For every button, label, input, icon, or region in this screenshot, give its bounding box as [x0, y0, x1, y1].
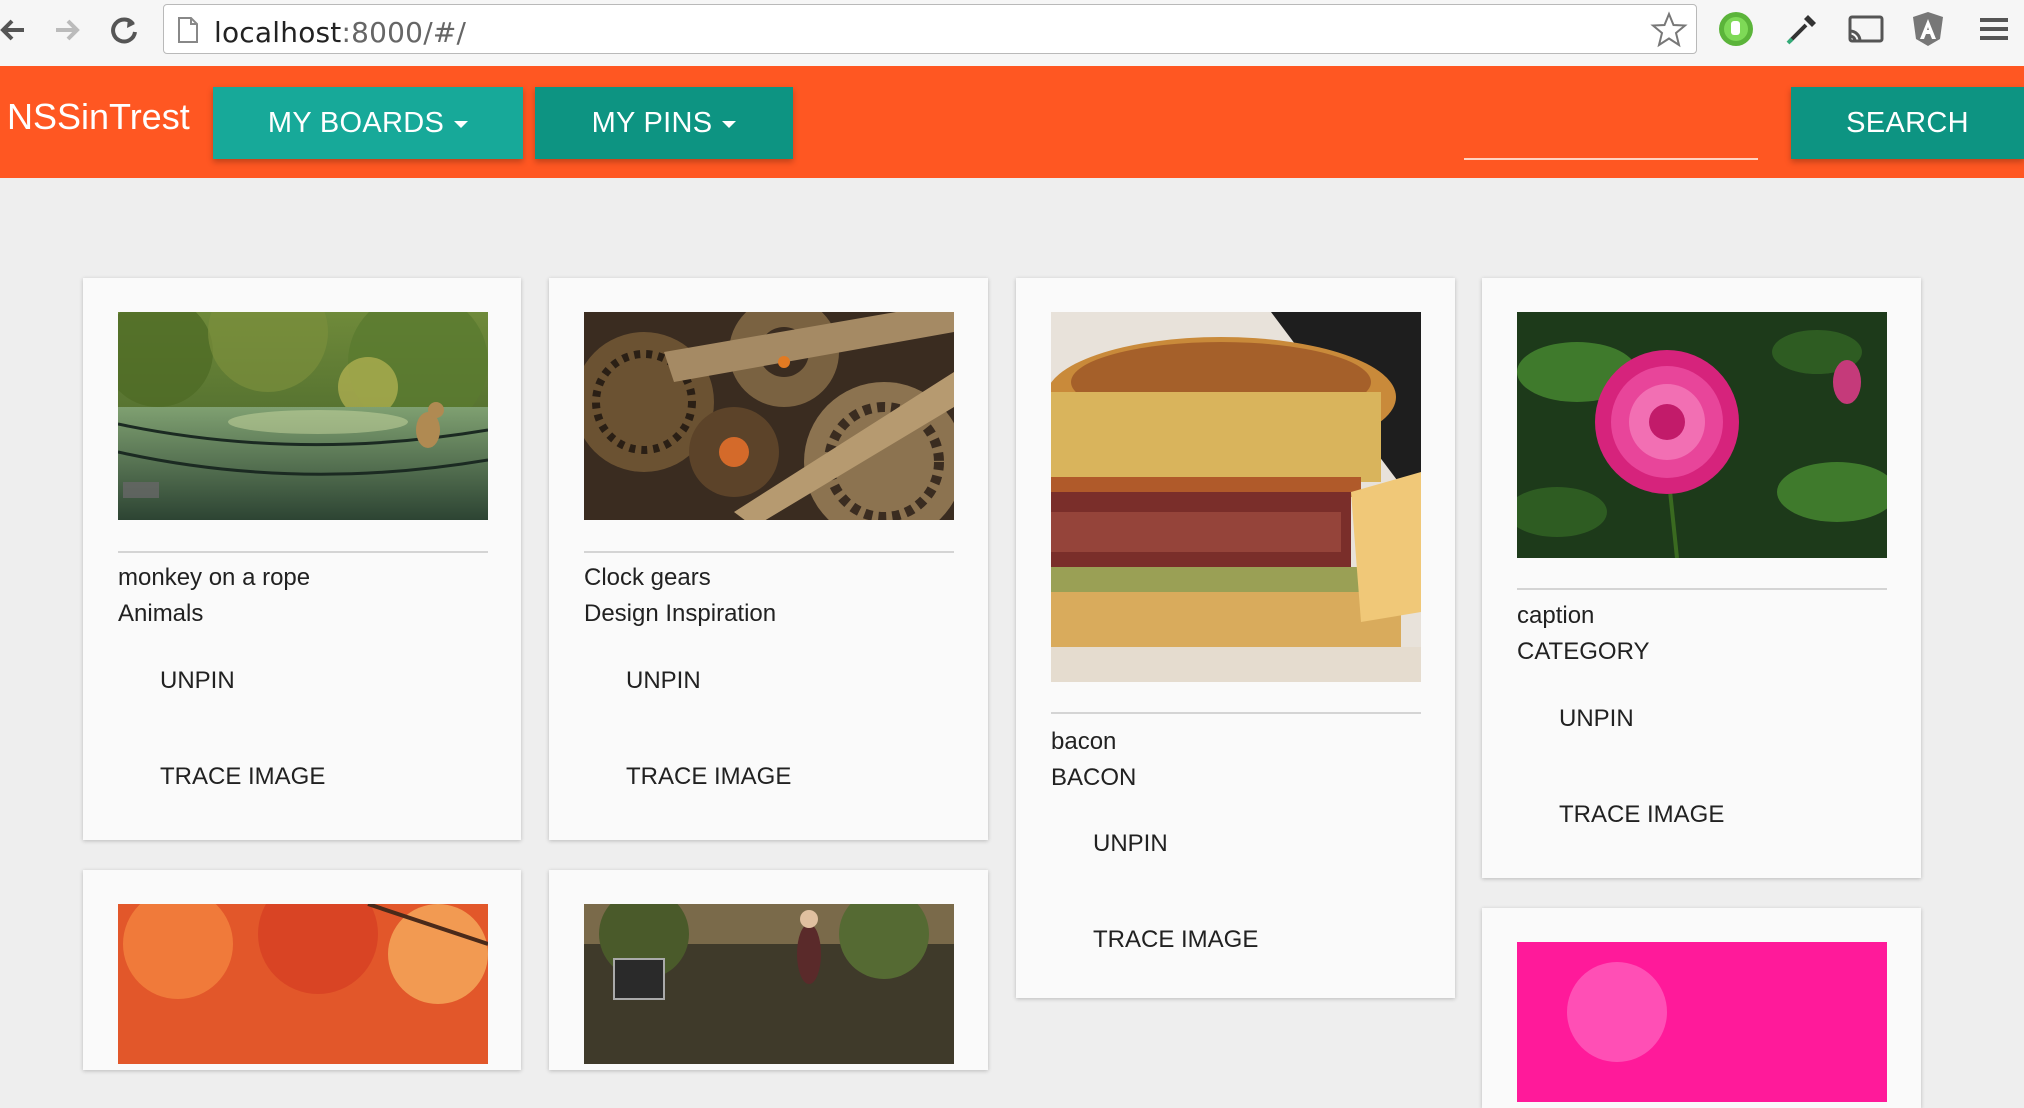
- pin-image-dahlia[interactable]: [1517, 312, 1887, 558]
- pin-caption: caption: [1517, 602, 1595, 629]
- angular-extension-icon[interactable]: [1908, 9, 1948, 49]
- card-divider: [118, 551, 488, 553]
- search-button-label: SEARCH: [1846, 106, 1969, 139]
- pin-card: caption CATEGORY UNPIN TRACE IMAGE: [1482, 278, 1921, 878]
- unpin-button[interactable]: UNPIN: [1093, 830, 1168, 858]
- unpin-button[interactable]: UNPIN: [1559, 705, 1634, 733]
- pin-category: Design Inspiration: [584, 600, 777, 627]
- brand-logo[interactable]: NSSinTrest: [7, 96, 190, 138]
- app-navbar: NSSinTrest MY BOARDS MY PINS SEARCH: [0, 66, 2024, 178]
- forward-arrow-icon[interactable]: [48, 10, 88, 50]
- caret-down-icon: [454, 121, 469, 128]
- pin-card: [83, 870, 521, 1070]
- address-bar[interactable]: localhost:8000/#/: [163, 4, 1697, 54]
- pin-caption: bacon: [1051, 728, 1117, 755]
- url-text: localhost:8000/#/: [214, 16, 466, 49]
- trace-image-button[interactable]: TRACE IMAGE: [160, 763, 325, 791]
- eyedropper-extension-icon[interactable]: [1782, 9, 1822, 49]
- bookmark-star-icon[interactable]: [1650, 11, 1688, 54]
- evernote-extension-icon[interactable]: [1716, 9, 1756, 49]
- pin-image-burger[interactable]: [1051, 312, 1421, 682]
- back-arrow-icon[interactable]: [0, 10, 34, 50]
- url-path: :8000/#/: [341, 16, 467, 49]
- pin-caption: monkey on a rope: [118, 564, 311, 591]
- card-divider: [1517, 588, 1887, 590]
- reload-icon[interactable]: [104, 10, 144, 50]
- pin-image-autumn-trees[interactable]: [118, 904, 488, 1064]
- pin-image-magenta[interactable]: [1517, 942, 1887, 1102]
- pin-caption: Clock gears: [584, 564, 711, 591]
- my-pins-label: MY PINS: [591, 106, 713, 139]
- trace-image-button[interactable]: TRACE IMAGE: [1559, 801, 1724, 829]
- pin-image-game-scene[interactable]: [584, 904, 954, 1064]
- pin-card: [549, 870, 988, 1070]
- pin-card: bacon BACON UNPIN TRACE IMAGE: [1016, 278, 1455, 998]
- pin-card: [1482, 908, 1921, 1108]
- cast-icon[interactable]: [1846, 9, 1886, 49]
- card-divider: [584, 551, 954, 553]
- my-pins-dropdown-button[interactable]: MY PINS: [535, 87, 793, 159]
- card-divider: [1051, 712, 1421, 714]
- search-button[interactable]: SEARCH: [1791, 87, 2024, 159]
- pin-category: BACON: [1051, 764, 1137, 791]
- search-input[interactable]: [1464, 158, 1758, 160]
- my-boards-label: MY BOARDS: [267, 106, 445, 139]
- pin-card: monkey on a rope Animals UNPIN TRACE IMA…: [83, 278, 521, 840]
- unpin-button[interactable]: UNPIN: [160, 667, 235, 695]
- unpin-button[interactable]: UNPIN: [626, 667, 701, 695]
- pin-category: Animals: [118, 600, 204, 627]
- pin-image-monkey[interactable]: [118, 312, 488, 520]
- caret-down-icon: [722, 121, 737, 128]
- pin-category: CATEGORY: [1517, 638, 1650, 665]
- browser-toolbar: localhost:8000/#/: [0, 0, 2024, 67]
- url-host: localhost: [214, 16, 342, 49]
- trace-image-button[interactable]: TRACE IMAGE: [1093, 926, 1258, 954]
- menu-hamburger-icon[interactable]: [1974, 9, 2014, 49]
- pin-image-clock-gears[interactable]: [584, 312, 954, 520]
- trace-image-button[interactable]: TRACE IMAGE: [626, 763, 791, 791]
- page-icon: [176, 16, 200, 49]
- my-boards-dropdown-button[interactable]: MY BOARDS: [213, 87, 523, 159]
- pin-card: Clock gears Design Inspiration UNPIN TRA…: [549, 278, 988, 840]
